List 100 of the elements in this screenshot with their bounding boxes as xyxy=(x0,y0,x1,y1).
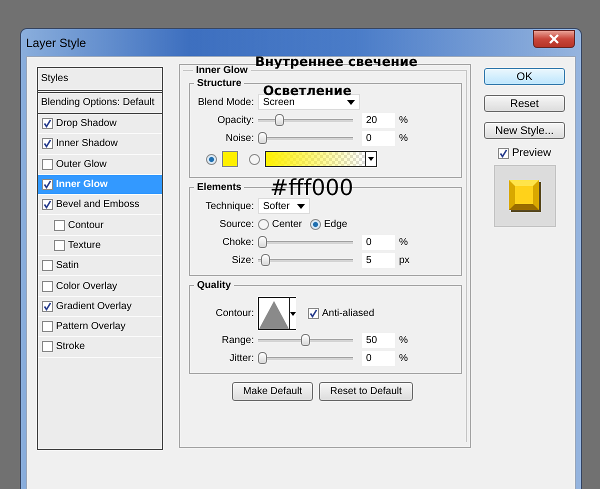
dialog-button[interactable]: Make Default xyxy=(232,382,314,401)
slider-thumb[interactable] xyxy=(258,132,267,144)
style-label: Color Overlay xyxy=(56,280,118,292)
field-label: Noise: xyxy=(224,132,254,144)
field-label: Source: xyxy=(218,218,254,230)
list-item[interactable]: Satin xyxy=(38,256,162,276)
list-item[interactable]: Bevel and Emboss xyxy=(38,195,162,216)
radio-label: Edge xyxy=(324,218,348,230)
unit-label: px xyxy=(399,254,410,266)
list-item[interactable]: Blending Options: Default xyxy=(38,93,162,114)
slider-thumb[interactable] xyxy=(301,334,310,346)
slider[interactable] xyxy=(258,334,353,346)
caret-icon xyxy=(347,100,355,104)
checkbox[interactable] xyxy=(42,341,53,352)
list-item[interactable]: Stroke xyxy=(38,337,162,358)
blend-mode-dropdown[interactable]: Screen xyxy=(258,94,360,110)
style-label: Bevel and Emboss xyxy=(56,199,140,210)
checkbox[interactable] xyxy=(54,240,65,251)
radio-label: Center xyxy=(272,218,302,230)
input-field[interactable]: 0 xyxy=(362,234,395,250)
gradient-picker[interactable] xyxy=(265,151,377,167)
group-title: Inner Glow xyxy=(195,65,249,76)
field-label: Blend Mode: xyxy=(196,96,254,108)
annotation-text: Внутреннее свечение xyxy=(255,55,418,70)
contour-picker[interactable] xyxy=(258,296,296,330)
slider-thumb[interactable] xyxy=(258,236,267,248)
slider[interactable] xyxy=(258,114,353,126)
dialog-button[interactable]: New Style... xyxy=(484,122,565,139)
checkbox[interactable] xyxy=(498,148,509,158)
list-item[interactable]: Pattern Overlay xyxy=(38,316,162,338)
field-label: Technique: xyxy=(204,200,254,212)
style-label: Satin xyxy=(56,260,79,272)
style-label: Texture xyxy=(68,240,101,251)
checkbox[interactable] xyxy=(42,158,53,170)
technique-dropdown[interactable]: Softer xyxy=(258,198,310,214)
slider-thumb[interactable] xyxy=(258,352,267,364)
checkbox[interactable] xyxy=(42,260,53,272)
list-item[interactable]: Gradient Overlay xyxy=(38,296,162,317)
checkbox[interactable] xyxy=(42,199,53,210)
input-field[interactable]: 5 xyxy=(362,252,395,268)
input-field[interactable]: 0 xyxy=(362,350,395,366)
list-item[interactable]: Inner Shadow xyxy=(38,134,162,155)
contour-curve-icon xyxy=(259,298,289,328)
field-label: Jitter: xyxy=(228,352,254,364)
input-field[interactable]: 0 xyxy=(362,130,395,146)
unit-label: % xyxy=(399,352,408,364)
style-label: Inner Glow xyxy=(56,179,108,190)
radio-button[interactable] xyxy=(310,218,322,230)
checkbox[interactable] xyxy=(42,280,53,292)
checkbox[interactable] xyxy=(42,138,53,150)
close-button[interactable] xyxy=(533,30,575,48)
checkbox[interactable] xyxy=(42,300,53,312)
style-label: Inner Shadow xyxy=(56,138,118,150)
dialog-button[interactable]: OK xyxy=(484,68,565,85)
checkbox[interactable] xyxy=(308,308,319,318)
dialog-button[interactable]: Reset to Default xyxy=(319,382,413,401)
style-label: Outer Glow xyxy=(56,158,107,170)
input-field[interactable]: 50 xyxy=(362,332,395,348)
style-label: Pattern Overlay xyxy=(56,321,126,332)
list-item[interactable]: Contour xyxy=(38,215,162,236)
checkbox[interactable] xyxy=(54,220,65,231)
input-field[interactable]: 20 xyxy=(362,112,395,128)
style-label: Stroke xyxy=(56,341,85,352)
group-title: Elements xyxy=(196,182,242,193)
annotation-text: #fff000 xyxy=(270,176,354,201)
list-item[interactable]: Texture xyxy=(38,236,162,256)
radio-button[interactable] xyxy=(249,154,260,164)
style-label: Gradient Overlay xyxy=(56,300,132,312)
dialog-button[interactable]: Reset xyxy=(484,95,565,112)
unit-label: % xyxy=(399,132,408,144)
caret-icon xyxy=(290,312,296,316)
group-title: Quality xyxy=(196,280,232,291)
checkbox-label: Preview xyxy=(512,147,552,159)
field-label: Range: xyxy=(220,334,254,346)
unit-label: % xyxy=(399,334,408,346)
checkbox-label: Anti-aliased xyxy=(322,308,374,318)
radio-button[interactable] xyxy=(258,218,269,230)
checkbox[interactable] xyxy=(42,179,53,190)
slider[interactable] xyxy=(258,132,353,144)
list-item[interactable]: Color Overlay xyxy=(38,276,162,297)
field-label: Contour: xyxy=(214,308,254,318)
style-label: Drop Shadow xyxy=(56,118,117,130)
field-label: Opacity: xyxy=(216,114,254,126)
window-title: Layer Style xyxy=(26,36,86,50)
list-item[interactable]: Drop Shadow xyxy=(38,114,162,134)
slider[interactable] xyxy=(258,236,353,248)
slider[interactable] xyxy=(258,254,353,266)
unit-label: % xyxy=(399,114,408,126)
close-icon xyxy=(548,34,560,44)
beveled-tile-icon xyxy=(508,180,540,212)
slider[interactable] xyxy=(258,352,353,364)
slider-thumb[interactable] xyxy=(275,114,284,126)
checkbox[interactable] xyxy=(42,321,53,332)
caret-icon xyxy=(297,204,305,208)
style-label: Contour xyxy=(68,220,104,231)
field-label: Choke: xyxy=(221,236,254,248)
slider-thumb[interactable] xyxy=(260,254,270,266)
checkbox[interactable] xyxy=(42,118,53,130)
radio-button[interactable] xyxy=(206,154,217,164)
color-swatch[interactable] xyxy=(222,151,238,167)
